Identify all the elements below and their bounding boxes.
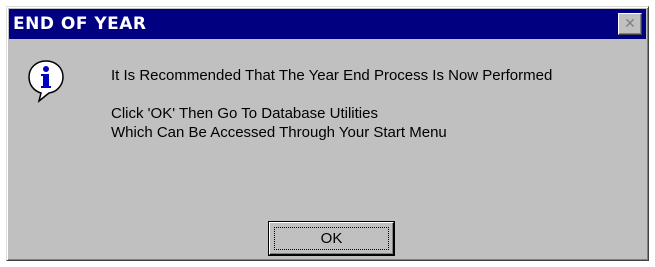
dialog-title: END OF YEAR (13, 14, 147, 34)
message-text: It Is Recommended That The Year End Proc… (111, 66, 552, 142)
message-line-3: Which Can Be Accessed Through Your Start… (111, 124, 447, 141)
close-icon: ✕ (624, 16, 636, 32)
info-icon (28, 60, 64, 103)
ok-button-label: OK (320, 230, 343, 247)
close-button[interactable]: ✕ (618, 13, 642, 35)
message-line-2: Click 'OK' Then Go To Database Utilities (111, 105, 378, 122)
titlebar[interactable]: END OF YEAR ✕ (9, 9, 646, 39)
message-line-1: It Is Recommended That The Year End Proc… (111, 67, 553, 84)
ok-button[interactable]: OK (269, 222, 394, 255)
end-of-year-dialog: END OF YEAR ✕ It Is Recommended That The… (6, 6, 649, 261)
